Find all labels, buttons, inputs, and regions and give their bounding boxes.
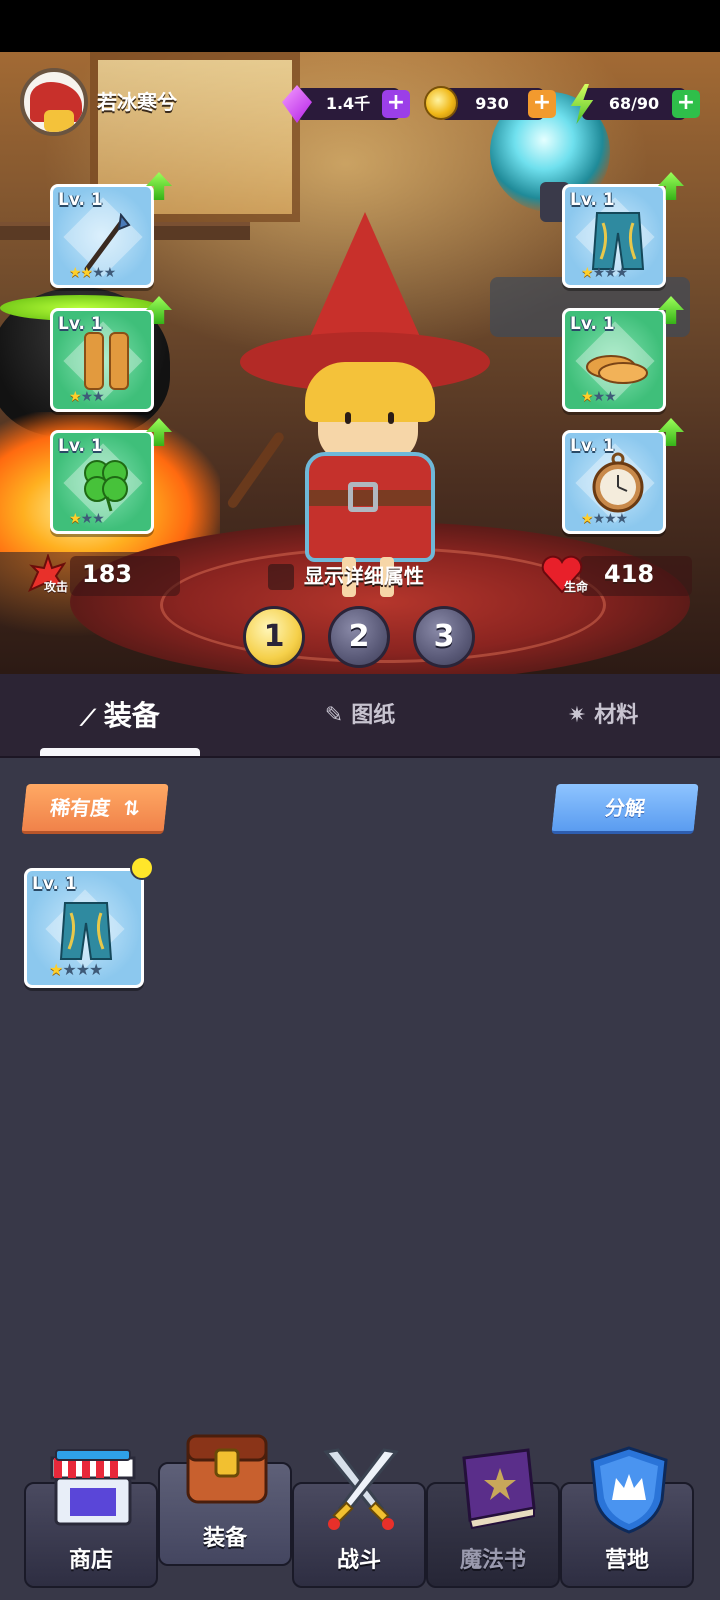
- sort-rarity-button[interactable]: 稀有度 ⇅: [21, 784, 169, 834]
- robe-pants-icon: [591, 212, 645, 270]
- tab-materials[interactable]: ✷ 材料: [528, 674, 678, 758]
- slot-level: Lv. 1: [570, 190, 615, 210]
- slot-level: Lv. 1: [570, 436, 615, 456]
- pocket-watch-icon: [592, 452, 644, 513]
- slot-legs[interactable]: Lv. 1 ★★★: [50, 308, 154, 412]
- attack-value: 183: [82, 560, 133, 588]
- sort-label: 稀有度: [48, 796, 112, 820]
- slot-weapon[interactable]: Lv. 1 ★★★★: [50, 184, 154, 288]
- nav-spellbook[interactable]: 魔法书: [426, 1448, 560, 1588]
- slot-level: Lv. 1: [58, 436, 103, 456]
- crossed-swords-icon: [323, 1448, 399, 1530]
- tab-label: 材料: [594, 703, 639, 728]
- inventory-panel: [0, 758, 720, 1400]
- slot-level: Lv. 1: [570, 314, 615, 334]
- nav-label: 魔法书: [459, 1548, 526, 1573]
- nav-camp[interactable]: 营地: [560, 1446, 694, 1588]
- slot-level: Lv. 1: [58, 314, 103, 334]
- nav-label: 战斗: [336, 1548, 381, 1573]
- nav-shop[interactable]: 商店: [24, 1449, 158, 1588]
- shop-icon: [50, 1449, 136, 1526]
- robe-pants-icon: [59, 902, 113, 960]
- slot-stars: ★★★: [69, 389, 105, 405]
- loadout-page-3[interactable]: 3: [413, 606, 475, 668]
- slot-charm[interactable]: Lv. 1 ★★★: [50, 430, 154, 534]
- item-level: Lv. 1: [32, 874, 77, 894]
- shoes-icon: [586, 355, 648, 384]
- detail-toggle-icon: [268, 564, 294, 590]
- nav-label: 装备: [202, 1526, 247, 1551]
- gem-count: 1.4千: [325, 94, 371, 113]
- slot-stars: ★★★★: [69, 265, 116, 281]
- energy-counter: 68/90: [582, 88, 686, 120]
- detail-label: 显示详细属性: [304, 564, 424, 588]
- slot-shoes[interactable]: Lv. 1 ★★★: [562, 308, 666, 412]
- spellbook-icon: [462, 1448, 536, 1530]
- slot-stars: ★★★★: [581, 265, 628, 281]
- nav-label: 营地: [604, 1548, 649, 1573]
- inventory-item[interactable]: Lv. 1 ★★★★: [24, 868, 144, 988]
- sparkle-icon: ✷: [567, 703, 587, 728]
- scroll-icon: ✎: [324, 703, 344, 728]
- player-avatar[interactable]: [20, 68, 88, 136]
- slot-stars: ★★★: [581, 389, 617, 405]
- slot-level: Lv. 1: [58, 190, 103, 210]
- backpack-icon: [186, 1434, 268, 1504]
- status-bar: [0, 0, 720, 52]
- clover-icon: [84, 460, 128, 512]
- spear-icon: [84, 213, 131, 272]
- slot-armor[interactable]: Lv. 1 ★★★★: [562, 184, 666, 288]
- tab-label: 图纸: [351, 703, 396, 728]
- tab-label: 装备: [103, 699, 160, 732]
- nav-battle[interactable]: 战斗: [292, 1448, 426, 1588]
- wizard-character[interactable]: [225, 212, 500, 597]
- nav-label: 商店: [68, 1548, 113, 1573]
- tab-bar: ⟋ 装备 ✎ 图纸 ✷ 材料: [0, 674, 720, 758]
- tab-equipment[interactable]: ⟋ 装备: [40, 674, 200, 758]
- player-name: 若冰寒兮: [97, 90, 177, 114]
- show-detail-stats-button[interactable]: 显示详细属性: [268, 558, 460, 594]
- loadout-page-2[interactable]: 2: [328, 606, 390, 668]
- hp-value: 418: [604, 560, 655, 588]
- slot-accessory[interactable]: Lv. 1 ★★★★: [562, 430, 666, 534]
- crown-shield-icon: [590, 1446, 668, 1534]
- slot-stars: ★★★★: [581, 511, 628, 527]
- nav-equipment[interactable]: 装备: [158, 1434, 292, 1566]
- add-gems-button[interactable]: +: [382, 90, 410, 118]
- attack-label: 攻击: [44, 580, 69, 594]
- leg-armor-icon: [84, 332, 129, 390]
- active-tab-indicator: [40, 748, 200, 756]
- add-energy-button[interactable]: +: [672, 90, 700, 118]
- coin-icon: [424, 86, 458, 120]
- tab-blueprints[interactable]: ✎ 图纸: [285, 674, 435, 758]
- sort-arrows-icon: ⇅: [121, 796, 142, 820]
- decompose-label: 分解: [603, 796, 647, 820]
- new-item-badge: [130, 856, 154, 880]
- item-stars: ★★★★: [49, 960, 103, 979]
- loadout-page-1[interactable]: 1: [243, 606, 305, 668]
- add-coins-button[interactable]: +: [528, 90, 556, 118]
- decompose-button[interactable]: 分解: [551, 784, 699, 834]
- slot-stars: ★★★: [69, 511, 105, 527]
- energy-count: 68/90: [608, 94, 660, 113]
- coin-count: 930: [475, 94, 509, 113]
- hp-label: 生命: [564, 580, 589, 594]
